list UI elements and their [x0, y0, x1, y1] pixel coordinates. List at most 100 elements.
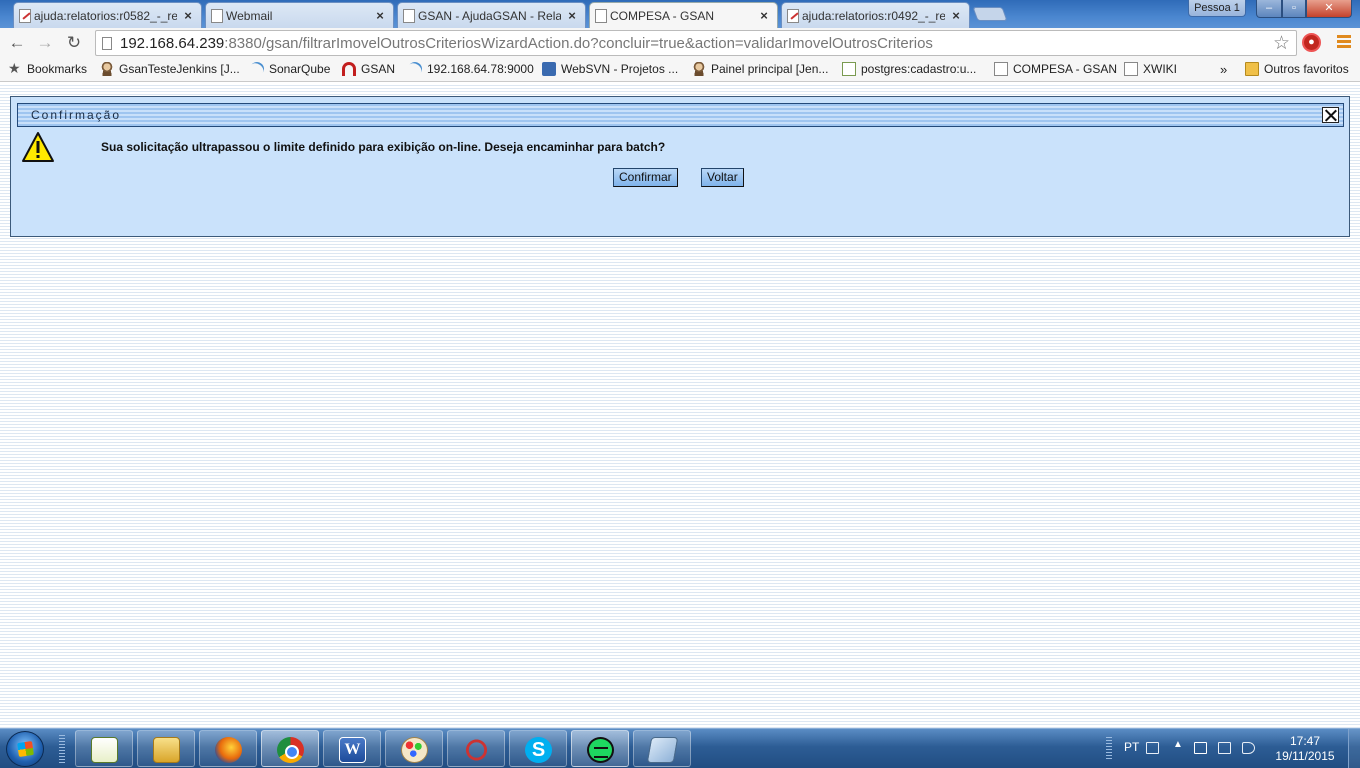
paint-icon: [401, 737, 428, 763]
back-button[interactable]: ←: [6, 32, 28, 54]
clock-time: 17:47: [1289, 734, 1321, 748]
system-clock[interactable]: 17:47 19/11/2015: [1270, 734, 1340, 764]
bookmark-label: XWIKI: [1143, 62, 1178, 76]
bookmarks-overflow-button[interactable]: »: [1220, 62, 1227, 77]
sonarqube-icon: [247, 59, 267, 79]
dialog-header: Confirmação: [17, 103, 1344, 127]
tab-close-icon[interactable]: ×: [757, 8, 771, 23]
close-window-button[interactable]: ✕: [1306, 0, 1352, 18]
taskbar-grip: [59, 735, 65, 763]
tab-close-icon[interactable]: ×: [565, 8, 579, 23]
page-icon: [595, 9, 607, 23]
bookmark-label: WebSVN - Projetos ...: [561, 62, 679, 76]
bookmark-sonarqube[interactable]: SonarQube: [247, 59, 330, 79]
tab-close-icon[interactable]: ×: [181, 8, 195, 23]
taskbar-app-word[interactable]: W: [323, 730, 381, 767]
show-hidden-icons-button[interactable]: ▲: [1173, 739, 1183, 750]
bookmark-websvn[interactable]: WebSVN - Projetos ...: [542, 62, 678, 76]
confirm-button[interactable]: Confirmar: [613, 168, 678, 187]
close-icon[interactable]: [1322, 107, 1339, 123]
taskbar-app-paint[interactable]: [385, 730, 443, 767]
bookmark-label: 192.168.64.78:9000: [427, 62, 534, 76]
new-tab-button[interactable]: [972, 7, 1008, 21]
bookmark-xwiki[interactable]: XWIKI: [1124, 62, 1177, 76]
network-icon[interactable]: [1218, 742, 1231, 754]
spotify-icon: [587, 737, 614, 763]
browser-toolbar: ← → ↻ 192.168.64.239:8380/gsan/filtrarIm…: [0, 28, 1360, 58]
url-text[interactable]: 192.168.64.239:8380/gsan/filtrarImovelOu…: [120, 35, 933, 52]
sonarqube-icon: [405, 59, 425, 79]
action-center-flag-icon[interactable]: [1194, 742, 1207, 754]
url-path: :8380/gsan/filtrarImovelOutrosCriteriosW…: [224, 35, 933, 52]
taskbar-app-skype[interactable]: S: [509, 730, 567, 767]
maximize-button[interactable]: ▫: [1282, 0, 1306, 18]
firefox-icon: [215, 737, 242, 763]
bookmark-bookmarks[interactable]: ★ Bookmarks: [8, 60, 87, 76]
tab-ajuda-r0582[interactable]: ajuda:relatorios:r0582_-_re ×: [13, 2, 202, 28]
back-button[interactable]: Voltar: [701, 168, 744, 187]
language-indicator[interactable]: PT: [1124, 740, 1139, 754]
folder-icon: [153, 737, 180, 763]
taskbar-app-chrome[interactable]: [261, 730, 319, 767]
tab-title: ajuda:relatorios:r0582_-_re: [34, 8, 177, 23]
bookmark-compesa-gsan[interactable]: COMPESA - GSAN: [994, 62, 1117, 76]
confirmation-dialog: Confirmação Sua solicitação ultrapassou …: [10, 96, 1350, 237]
windows-taskbar: W S PT ▲ 17:47 19/11/2015: [0, 728, 1360, 768]
star-icon: ★: [8, 60, 21, 76]
forward-button[interactable]: →: [34, 32, 56, 54]
show-desktop-button[interactable]: [1348, 729, 1360, 768]
taskbar-app-explorer[interactable]: [137, 730, 195, 767]
bookmark-postgres[interactable]: postgres:cadastro:u...: [842, 62, 976, 76]
tab-close-icon[interactable]: ×: [949, 8, 963, 23]
tab-title: GSAN - AjudaGSAN - Rela: [418, 8, 561, 23]
page-content: Confirmação Sua solicitação ultrapassou …: [0, 83, 1360, 728]
bookmark-label: postgres:cadastro:u...: [861, 62, 977, 76]
page-icon: [994, 62, 1008, 76]
websvn-icon: [542, 62, 556, 76]
minimize-button[interactable]: –: [1256, 0, 1282, 18]
windows-logo-icon: [17, 741, 34, 757]
bookmark-gsan[interactable]: GSAN: [342, 62, 395, 76]
other-bookmarks-folder[interactable]: Outros favoritos: [1245, 62, 1349, 76]
tab-title: Webmail: [226, 8, 273, 23]
notepad-icon: [91, 737, 118, 763]
start-button[interactable]: [6, 731, 44, 767]
dialog-title: Confirmação: [31, 108, 122, 122]
chrome-menu-icon[interactable]: [1337, 35, 1351, 50]
adblock-extension-icon[interactable]: ●: [1302, 33, 1321, 52]
url-host: 192.168.64.239: [120, 35, 225, 52]
tab-webmail[interactable]: Webmail ×: [205, 2, 394, 28]
bookmark-label: GSAN: [361, 62, 396, 76]
address-bar[interactable]: 192.168.64.239:8380/gsan/filtrarImovelOu…: [95, 30, 1297, 56]
bookmark-label: COMPESA - GSAN: [1013, 62, 1118, 76]
page-icon: [102, 37, 112, 50]
bookmark-label: Painel principal [Jen...: [711, 62, 829, 76]
snipping-icon: [463, 737, 490, 763]
keyboard-icon[interactable]: [1146, 742, 1159, 754]
tab-title: COMPESA - GSAN: [610, 8, 715, 23]
edit-page-icon: [787, 9, 799, 23]
folder-icon: [1245, 62, 1259, 76]
taskbar-app-notepad-plus[interactable]: [75, 730, 133, 767]
bookmark-sonar-9000[interactable]: 192.168.64.78:9000: [405, 59, 534, 79]
reload-button[interactable]: ↻: [63, 32, 85, 54]
taskbar-app-snipping-tool[interactable]: [447, 730, 505, 767]
jenkins-icon: [100, 62, 114, 76]
taskbar-app-spotify[interactable]: [571, 730, 629, 767]
taskbar-app-firefox[interactable]: [199, 730, 257, 767]
tab-ajuda-r0492[interactable]: ajuda:relatorios:r0492_-_re ×: [781, 2, 970, 28]
app-icon: [646, 737, 679, 763]
volume-icon[interactable]: [1242, 742, 1255, 754]
profile-button[interactable]: Pessoa 1: [1188, 0, 1246, 17]
warning-icon: [22, 132, 54, 162]
bookmark-painel-principal[interactable]: Painel principal [Jen...: [692, 62, 828, 76]
tab-close-icon[interactable]: ×: [373, 8, 387, 23]
bookmark-gsantestejenkins[interactable]: GsanTesteJenkins [J...: [100, 62, 240, 76]
clock-date: 19/11/2015: [1275, 749, 1335, 763]
tab-compesa-gsan[interactable]: COMPESA - GSAN ×: [589, 2, 778, 28]
taskbar-app-other[interactable]: [633, 730, 691, 767]
page-icon: [211, 9, 223, 23]
bookmark-star-icon[interactable]: ☆: [1273, 32, 1290, 55]
browser-tab-strip: ajuda:relatorios:r0582_-_re × Webmail × …: [0, 0, 1360, 28]
tab-gsan-ajuda[interactable]: GSAN - AjudaGSAN - Rela ×: [397, 2, 586, 28]
